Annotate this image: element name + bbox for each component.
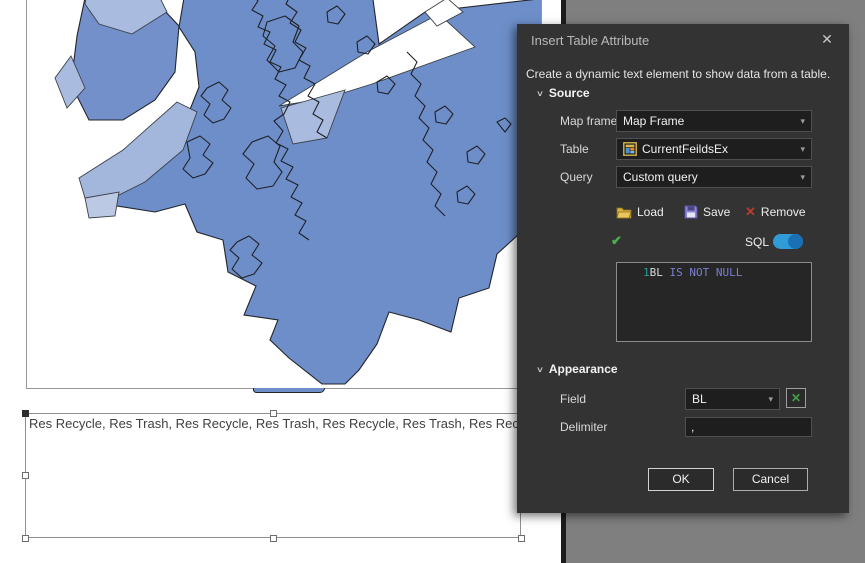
remove-button-label: Remove (760, 205, 806, 219)
save-icon (684, 205, 698, 219)
cancel-button[interactable]: Cancel (733, 468, 808, 491)
ok-button[interactable]: OK (648, 468, 714, 491)
query-valid-check-icon: ✔ (611, 233, 622, 248)
load-button[interactable]: Load (616, 203, 664, 221)
map-frame-label: Map frame (560, 114, 618, 128)
field-value: BL (692, 392, 707, 406)
remove-button[interactable]: ✕ Remove (745, 203, 806, 221)
query-dropdown[interactable]: Custom query ▾ (616, 166, 812, 188)
delimiter-input[interactable]: , (685, 417, 812, 437)
map-frame-value: Map Frame (623, 114, 685, 128)
sql-keyword-token: IS NOT NULL (669, 266, 743, 279)
dropdown-caret-icon: ▾ (800, 172, 805, 182)
delimiter-value: , (691, 420, 695, 434)
section-source-label: Source (548, 86, 590, 100)
field-label: Field (560, 392, 587, 406)
selection-handle-top-middle[interactable] (270, 410, 277, 417)
dialog-title: Insert Table Attribute (531, 33, 650, 48)
dropdown-caret-icon: ▾ (800, 116, 805, 126)
delimiter-label: Delimiter (560, 420, 608, 434)
selection-handle-top-left[interactable] (22, 410, 29, 417)
sql-field-token: BL (649, 266, 663, 279)
insert-table-attribute-dialog: Insert Table Attribute ✕ Create a dynami… (517, 24, 849, 513)
map-image (54, 0, 541, 385)
dropdown-caret-icon: ▾ (800, 144, 805, 154)
remove-x-icon: ✕ (745, 204, 756, 219)
sql-toggle[interactable] (773, 234, 803, 249)
field-dropdown[interactable]: BL ▾ (685, 388, 780, 410)
folder-icon (616, 207, 632, 218)
selection-handle-bottom-middle[interactable] (270, 535, 277, 542)
set-expression-button[interactable]: ✕ (786, 388, 806, 408)
sql-line-number: 1 (643, 266, 650, 279)
dialog-subtitle: Create a dynamic text element to show da… (526, 67, 831, 81)
save-button-label: Save (703, 205, 731, 219)
expression-x-icon: ✕ (790, 391, 802, 405)
query-label: Query (560, 170, 593, 184)
chevron-down-icon: ∨ (535, 88, 545, 98)
map-overflow-sliver (253, 388, 325, 393)
query-value: Custom query (623, 170, 698, 184)
sql-expression-editor[interactable]: 1BL IS NOT NULL (616, 262, 812, 342)
table-icon (623, 142, 637, 156)
text-element-selection[interactable]: Res Recycle, Res Trash, Res Recycle, Res… (22, 410, 755, 542)
selection-handle-bottom-right[interactable] (518, 535, 525, 542)
sql-toggle-label: SQL (745, 235, 770, 249)
selection-handle-bottom-left[interactable] (22, 535, 29, 542)
section-source[interactable]: ∨ Source (535, 86, 590, 100)
map-frame[interactable] (26, 0, 542, 389)
table-value: CurrentFeildsEx (642, 142, 729, 156)
chevron-down-icon: ∨ (535, 364, 545, 374)
section-appearance[interactable]: ∨ Appearance (535, 362, 618, 376)
selection-handle-middle-left[interactable] (22, 472, 29, 479)
table-dropdown[interactable]: CurrentFeildsEx ▾ (616, 138, 812, 160)
load-button-label: Load (637, 205, 664, 219)
section-appearance-label: Appearance (548, 362, 618, 376)
save-button[interactable]: Save (684, 203, 730, 221)
map-frame-dropdown[interactable]: Map Frame ▾ (616, 110, 812, 132)
close-icon[interactable]: ✕ (817, 31, 837, 48)
table-label: Table (560, 142, 589, 156)
sql-toggle-knob (788, 234, 803, 249)
dropdown-caret-icon: ▾ (768, 394, 773, 404)
